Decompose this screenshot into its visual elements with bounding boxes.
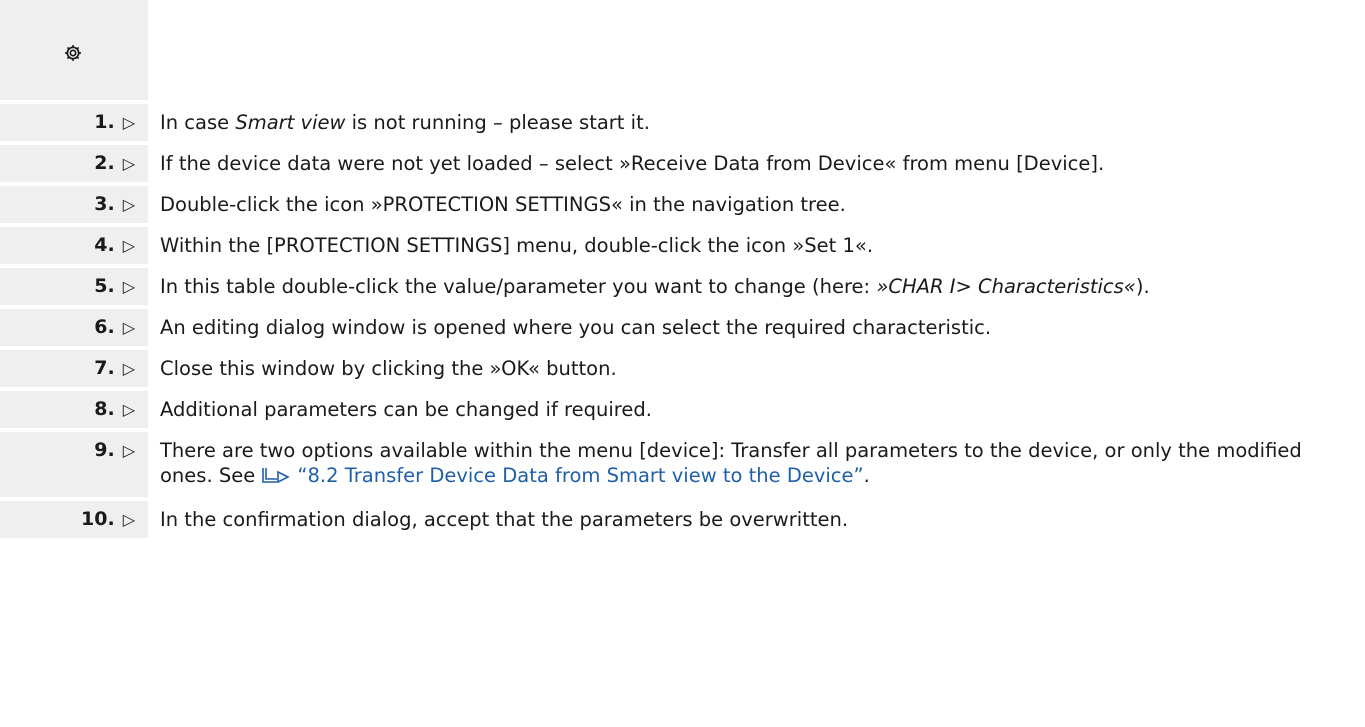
step-number-cell: 4. ▷ <box>0 227 148 264</box>
step-5: 5. ▷ In this table double-click the valu… <box>0 267 1365 305</box>
step-arrow-icon: ▷ <box>122 359 135 378</box>
step-text: Double-click the icon »PROTECTION SETTIN… <box>160 193 846 216</box>
step-arrow-icon: ▷ <box>122 318 135 337</box>
step-number: 1. <box>94 111 115 133</box>
step-8: 8. ▷ Additional parameters can be change… <box>0 390 1365 428</box>
step-text: In case Smart view is not running – plea… <box>148 104 1365 141</box>
gear-icon <box>65 45 81 61</box>
step-arrow-icon: ▷ <box>122 236 135 255</box>
step-number: 6. <box>94 316 115 338</box>
step-number: 2. <box>94 152 115 174</box>
step-number-cell: 1. ▷ <box>0 104 148 141</box>
step-arrow-icon: ▷ <box>122 195 135 214</box>
step-text-emphasis: Smart view <box>235 111 346 134</box>
step-arrow-icon: ▷ <box>122 277 135 296</box>
step-arrow-icon: ▷ <box>122 154 135 173</box>
step-arrow-icon: ▷ <box>122 441 135 460</box>
step-3: 3. ▷ Double-click the icon »PROTECTION S… <box>0 185 1365 223</box>
step-number-cell: 9. ▷ <box>0 432 148 497</box>
step-text: In this table double-click the value/par… <box>148 268 1365 305</box>
step-number: 10. <box>81 508 115 530</box>
step-text-emphasis: »CHAR I> Characteristics« <box>876 275 1136 298</box>
step-text: Additional parameters can be changed if … <box>160 398 652 421</box>
cross-reference-arrow-icon <box>261 466 291 491</box>
step-arrow-icon: ▷ <box>122 510 135 529</box>
step-4: 4. ▷ Within the [PROTECTION SETTINGS] me… <box>0 226 1365 264</box>
step-number: 8. <box>94 398 115 420</box>
procedure-steps: 1. ▷ In case Smart view is not running –… <box>0 103 1365 538</box>
header-icon-cell <box>0 0 148 100</box>
step-text: Within the [PROTECTION SETTINGS] menu, d… <box>160 234 874 257</box>
step-text-part: is not running – please start it. <box>345 111 650 134</box>
step-number: 3. <box>94 193 115 215</box>
step-2: 2. ▷ If the device data were not yet loa… <box>0 144 1365 182</box>
step-number: 5. <box>94 275 115 297</box>
step-number: 4. <box>94 234 115 256</box>
step-text-part: . <box>863 464 870 487</box>
step-6: 6. ▷ An editing dialog window is opened … <box>0 308 1365 346</box>
step-text-part: In case <box>160 111 236 134</box>
cross-reference-link[interactable]: “8.2 Transfer Device Data from Smart vie… <box>297 464 863 487</box>
step-number-cell: 10. ▷ <box>0 501 148 538</box>
step-text: In the confirmation dialog, accept that … <box>160 508 849 531</box>
step-text: There are two options available within t… <box>148 432 1365 497</box>
step-text-part: In this table double-click the value/par… <box>160 275 877 298</box>
step-number-cell: 8. ▷ <box>0 391 148 428</box>
step-9: 9. ▷ There are two options available wit… <box>0 431 1365 497</box>
step-10: 10. ▷ In the confirmation dialog, accept… <box>0 500 1365 538</box>
step-number-cell: 3. ▷ <box>0 186 148 223</box>
step-number-cell: 6. ▷ <box>0 309 148 346</box>
step-number: 9. <box>94 439 115 461</box>
step-7: 7. ▷ Close this window by clicking the »… <box>0 349 1365 387</box>
step-text: An editing dialog window is opened where… <box>160 316 992 339</box>
step-1: 1. ▷ In case Smart view is not running –… <box>0 103 1365 141</box>
step-arrow-icon: ▷ <box>122 400 135 419</box>
step-text-part: ). <box>1135 275 1150 298</box>
step-number-cell: 7. ▷ <box>0 350 148 387</box>
step-text: Close this window by clicking the »OK« b… <box>160 357 617 380</box>
procedure-header <box>0 0 1365 100</box>
step-number-cell: 2. ▷ <box>0 145 148 182</box>
procedure-page: 1. ▷ In case Smart view is not running –… <box>0 0 1365 727</box>
step-arrow-icon: ▷ <box>122 113 135 132</box>
step-text: If the device data were not yet loaded –… <box>160 152 1105 175</box>
step-number: 7. <box>94 357 115 379</box>
step-number-cell: 5. ▷ <box>0 268 148 305</box>
